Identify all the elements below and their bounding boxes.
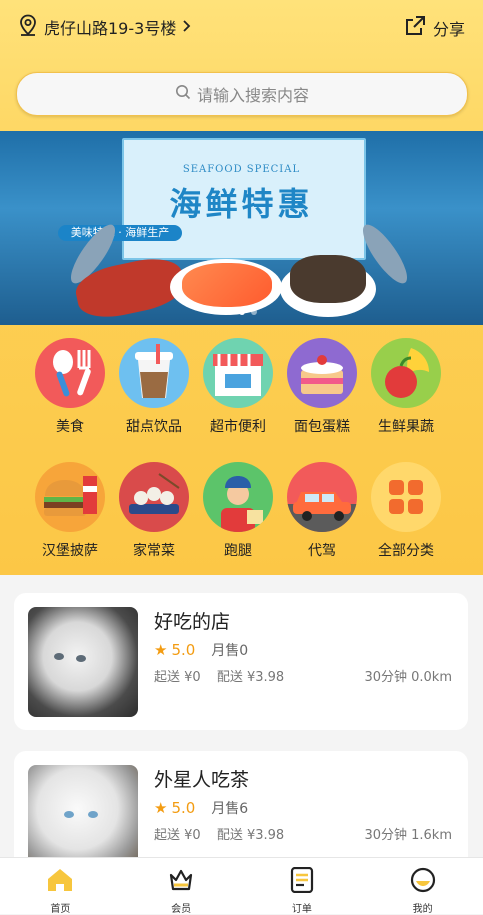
tab-profile[interactable]: 我的 xyxy=(362,858,483,915)
cat-eye xyxy=(64,811,74,818)
monthly-sales: 月售0 xyxy=(211,643,249,659)
fruit-icon xyxy=(371,338,441,408)
location-pin-icon xyxy=(18,14,38,40)
category-label: 生鲜果蔬 xyxy=(378,419,434,435)
burger-icon xyxy=(35,462,105,532)
category-label: 美食 xyxy=(56,419,84,435)
cat-eye xyxy=(76,655,86,662)
monthly-sales: 月售6 xyxy=(211,801,249,817)
search-icon xyxy=(175,84,191,104)
rating-score: 5.0 xyxy=(171,641,196,659)
banner-tagline: 美味特色 · 海鲜生产 xyxy=(58,225,182,241)
store-name: 外星人吃茶 xyxy=(154,769,250,791)
bottom-tab-bar: 首页 会员 订单 我的 xyxy=(0,857,483,915)
category-home-cooking[interactable]: 家常菜 xyxy=(112,462,196,560)
banner-title: 海鲜特惠 xyxy=(169,185,314,223)
tab-orders[interactable]: 订单 xyxy=(242,858,363,915)
category-label: 甜点饮品 xyxy=(126,419,182,435)
rating-score: 5.0 xyxy=(171,799,196,817)
vip-icon xyxy=(166,869,196,897)
banner-english-title: SEAFOOD SPECIAL xyxy=(182,164,301,175)
category-burger[interactable]: 汉堡披萨 xyxy=(28,462,112,560)
category-label: 跑腿 xyxy=(224,543,252,559)
cat-eye xyxy=(54,653,64,660)
category-label: 家常菜 xyxy=(133,543,175,559)
store-image xyxy=(28,607,138,717)
carousel-indicator xyxy=(0,309,483,315)
category-fresh[interactable]: 生鲜果蔬 xyxy=(364,338,448,436)
search-bar[interactable]: 请输入搜索内容 xyxy=(16,72,468,116)
carousel-dot[interactable] xyxy=(226,309,233,315)
tab-home[interactable]: 首页 xyxy=(0,858,121,915)
carousel-dot-active[interactable] xyxy=(238,309,245,315)
category-bakery[interactable]: 面包蛋糕 xyxy=(280,338,364,436)
cake-icon xyxy=(287,338,357,408)
store-name: 好吃的店 xyxy=(154,611,231,633)
category-all[interactable]: 全部分类 xyxy=(364,462,448,560)
share-button[interactable]: 分享 xyxy=(403,14,465,42)
category-label: 代驾 xyxy=(308,543,336,559)
home-icon xyxy=(45,869,75,897)
dumpling-icon xyxy=(119,462,189,532)
share-icon xyxy=(403,14,427,42)
category-supermarket[interactable]: 超市便利 xyxy=(196,338,280,436)
chevron-right-icon xyxy=(182,18,192,37)
courier-icon xyxy=(203,462,273,532)
share-label: 分享 xyxy=(432,20,465,39)
delivery-fee: 配送 ¥3.98 xyxy=(216,828,285,843)
store-fees: 起送 ¥0 配送 ¥3.98 xyxy=(154,824,296,843)
location-selector[interactable]: 虎仔山路19-3号楼 xyxy=(18,14,192,40)
store-rating: ★ 5.0 月售6 xyxy=(154,798,248,818)
promo-banner[interactable]: SEAFOOD SPECIAL 海鲜特惠 美味特色 · 海鲜生产 xyxy=(0,131,483,325)
car-icon xyxy=(287,462,357,532)
category-food[interactable]: 美食 xyxy=(28,338,112,436)
store-icon xyxy=(203,338,273,408)
drink-cup-icon xyxy=(119,338,189,408)
category-drinks[interactable]: 甜点饮品 xyxy=(112,338,196,436)
min-order: 起送 ¥0 xyxy=(154,828,201,843)
delivery-eta: 30分钟 1.6km xyxy=(364,828,452,843)
tab-vip[interactable]: 会员 xyxy=(121,858,242,915)
cat-eye xyxy=(88,811,98,818)
store-card[interactable]: 好吃的店 ★ 5.0 月售0 起送 ¥0 配送 ¥3.98 30分钟 0.0km xyxy=(14,593,468,730)
star-icon: ★ xyxy=(154,799,168,817)
category-label: 超市便利 xyxy=(210,419,266,435)
delivery-eta: 30分钟 0.0km xyxy=(364,670,452,685)
store-fees: 起送 ¥0 配送 ¥3.98 xyxy=(154,666,296,685)
star-icon: ★ xyxy=(154,641,168,659)
salmon-image xyxy=(182,263,272,307)
store-rating: ★ 5.0 月售0 xyxy=(154,640,248,660)
category-label: 汉堡披萨 xyxy=(42,543,98,559)
min-order: 起送 ¥0 xyxy=(154,670,201,685)
category-errand[interactable]: 跑腿 xyxy=(196,462,280,560)
top-bar: 虎仔山路19-3号楼 分享 xyxy=(0,0,483,56)
category-driver[interactable]: 代驾 xyxy=(280,462,364,560)
location-text: 虎仔山路19-3号楼 xyxy=(44,19,177,38)
sea-cucumber-image xyxy=(290,255,366,303)
order-icon xyxy=(287,866,317,897)
profile-icon xyxy=(408,867,438,897)
carousel-dot[interactable] xyxy=(250,309,257,315)
fork-spoon-icon xyxy=(35,338,105,408)
category-label: 全部分类 xyxy=(378,543,434,559)
grid-icon xyxy=(371,462,441,532)
category-label: 面包蛋糕 xyxy=(294,419,350,435)
search-placeholder: 请输入搜索内容 xyxy=(196,86,309,105)
delivery-fee: 配送 ¥3.98 xyxy=(216,670,285,685)
